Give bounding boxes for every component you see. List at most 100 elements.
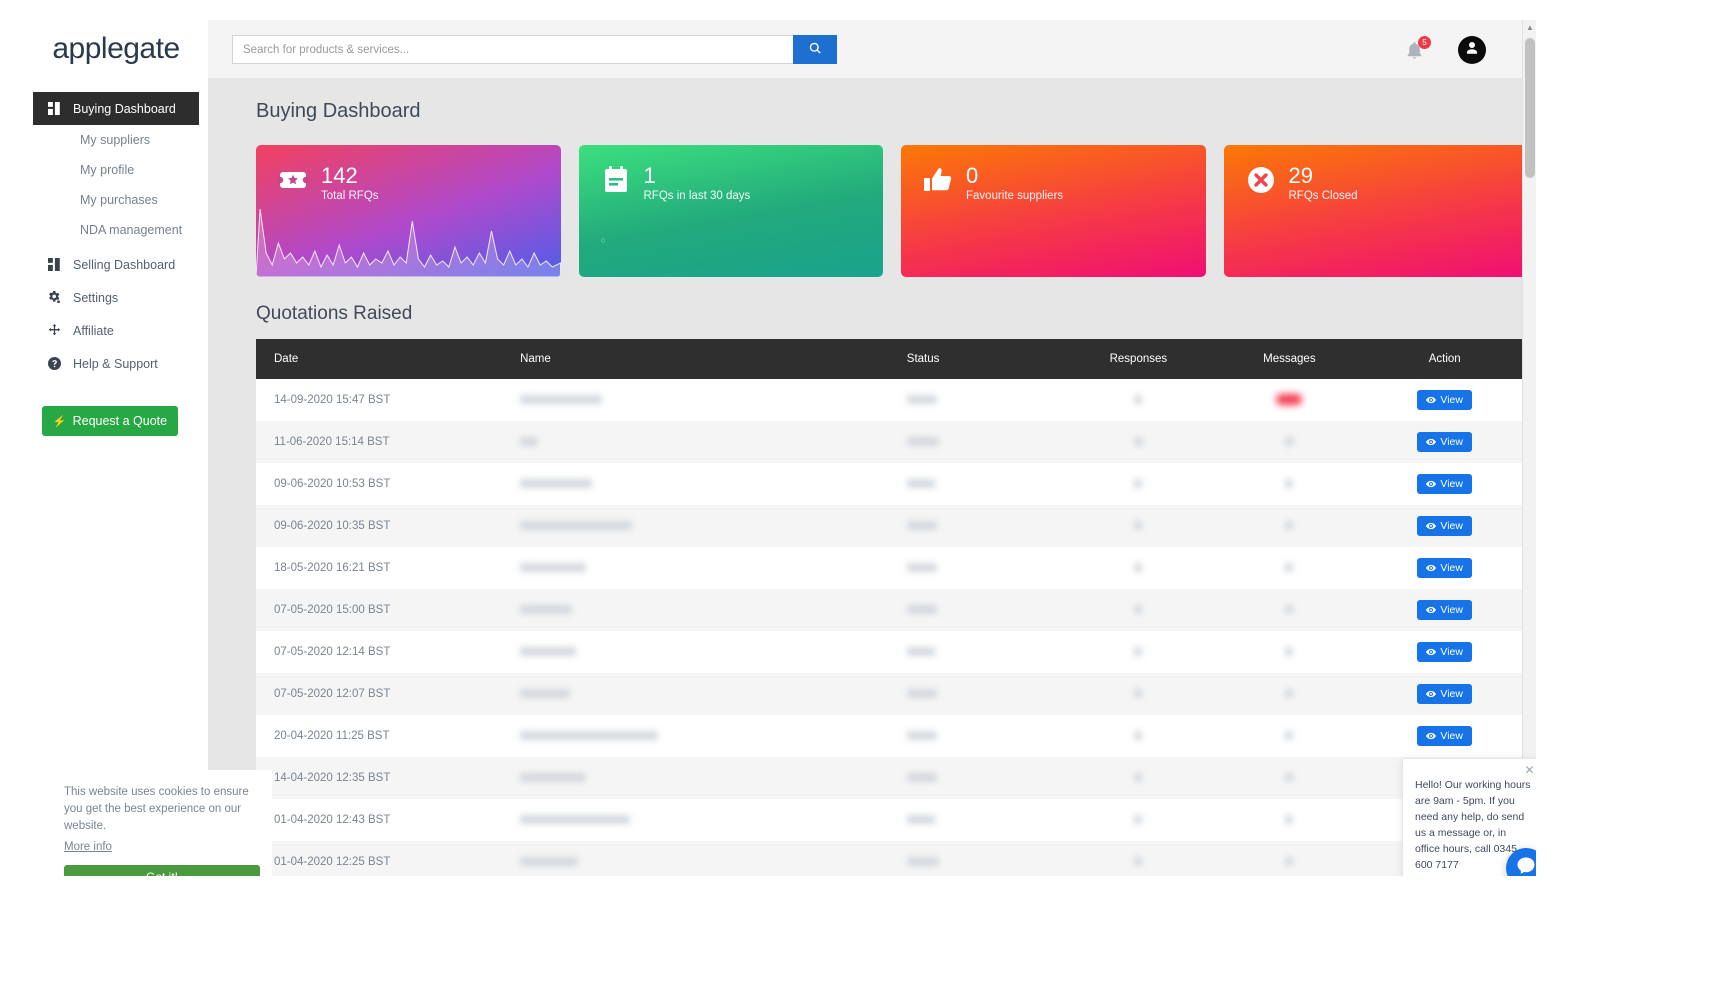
column-header-responses[interactable]: Responses — [1059, 339, 1218, 379]
sidebar-item-affiliate[interactable]: Affiliate — [33, 314, 199, 347]
redacted-text — [906, 857, 939, 867]
calendar-icon — [601, 165, 631, 195]
view-button[interactable]: View — [1417, 600, 1472, 620]
sidebar-item-label: Buying Dashboard — [73, 101, 176, 116]
view-button[interactable]: View — [1417, 432, 1472, 452]
cell-redacted — [888, 799, 1060, 841]
cell-redacted — [502, 799, 889, 841]
avatar[interactable] — [1458, 36, 1486, 64]
redacted-text — [1133, 437, 1143, 447]
cookie-consent-banner: This website uses cookies to ensure you … — [52, 770, 272, 876]
eye-icon — [1426, 606, 1437, 614]
close-icon[interactable]: ✕ — [1523, 764, 1536, 777]
eye-icon — [1426, 396, 1437, 404]
sidebar-item-my-suppliers[interactable]: My suppliers — [24, 125, 208, 155]
redacted-text — [906, 689, 937, 699]
cookie-more-info-link[interactable]: More info — [64, 841, 112, 853]
sidebar-item-settings[interactable]: Settings — [33, 281, 199, 314]
view-button-label: View — [1440, 520, 1463, 532]
column-header-name[interactable]: Name — [502, 339, 889, 379]
table-row[interactable]: 07-05-2020 15:00 BST View — [256, 589, 1528, 631]
stat-cards: 142 Total RFQs 1 RFQs in last 30 days ○ … — [256, 145, 1528, 277]
column-header-messages[interactable]: Messages — [1217, 339, 1362, 379]
table-row[interactable]: 18-05-2020 16:21 BST View — [256, 547, 1528, 589]
view-button[interactable]: View — [1417, 558, 1472, 578]
redacted-text — [1285, 815, 1294, 825]
redacted-text — [520, 731, 659, 741]
view-button[interactable]: View — [1417, 726, 1472, 746]
table-row[interactable]: 14-04-2020 12:35 BSTView — [256, 757, 1528, 799]
table-row[interactable]: 20-04-2020 11:25 BST View — [256, 715, 1528, 757]
view-button[interactable]: View — [1417, 390, 1472, 410]
cell-redacted — [502, 589, 889, 631]
cookie-accept-button[interactable]: Got it! — [64, 865, 260, 876]
redacted-text — [1134, 605, 1143, 615]
sidebar-item-buying-dashboard[interactable]: Buying Dashboard — [33, 92, 199, 125]
redacted-text — [1285, 773, 1294, 783]
stat-card-favourite-suppliers[interactable]: 0 Favourite suppliers — [901, 145, 1206, 277]
star-ticket-icon — [276, 165, 310, 195]
stat-card-label: RFQs in last 30 days — [643, 190, 751, 202]
table-row[interactable]: 07-05-2020 12:14 BST View — [256, 631, 1528, 673]
search-input[interactable] — [232, 35, 793, 64]
search-button[interactable] — [793, 35, 837, 64]
cell-date: 01-04-2020 12:43 BST — [256, 799, 503, 841]
cell-redacted — [1217, 799, 1362, 841]
table-row[interactable]: 01-04-2020 12:25 BSTView — [256, 841, 1528, 876]
view-button[interactable]: View — [1417, 516, 1472, 536]
view-button[interactable]: View — [1417, 474, 1472, 494]
table-row[interactable]: 09-06-2020 10:35 BST View — [256, 505, 1528, 547]
cell-date: 14-04-2020 12:35 BST — [256, 757, 503, 799]
sidebar-item-help-support[interactable]: Help & Support — [33, 347, 199, 380]
column-header-date[interactable]: Date — [256, 339, 503, 379]
sidebar-item-nda-management[interactable]: NDA management — [24, 215, 208, 245]
redacted-text — [906, 563, 937, 573]
table-row[interactable]: 01-04-2020 12:43 BSTView — [256, 799, 1528, 841]
table-row[interactable]: 14-09-2020 15:47 BST View — [256, 379, 1528, 421]
redacted-text — [1134, 479, 1143, 489]
cell-redacted — [502, 757, 889, 799]
cell-redacted — [1059, 463, 1218, 505]
cell-date: 18-05-2020 16:21 BST — [256, 547, 503, 589]
table-row[interactable]: 07-05-2020 12:07 BST View — [256, 673, 1528, 715]
redacted-text — [520, 605, 573, 615]
redacted-text — [520, 563, 587, 573]
column-header-status[interactable]: Status — [888, 339, 1060, 379]
cell-redacted — [1217, 757, 1362, 799]
request-a-quote-button[interactable]: ⚡ Request a Quote — [42, 406, 178, 436]
redacted-text — [1134, 395, 1143, 405]
table-row[interactable]: 09-06-2020 10:53 BST View — [256, 463, 1528, 505]
sidebar-item-selling-dashboard[interactable]: Selling Dashboard — [33, 248, 199, 281]
view-button[interactable]: View — [1417, 642, 1472, 662]
brand-logo[interactable]: applegate — [24, 20, 208, 78]
cell-redacted — [1059, 715, 1218, 757]
vertical-scrollbar[interactable]: ▲ ▼ — [1522, 20, 1536, 876]
view-button-label: View — [1440, 562, 1463, 574]
stat-card-total-rfqs[interactable]: 142 Total RFQs — [256, 145, 561, 277]
dashboard-icon — [48, 102, 63, 115]
stat-card-rfqs-last-30-days[interactable]: 1 RFQs in last 30 days ○ — [578, 145, 883, 277]
column-header-action[interactable]: Action — [1361, 339, 1528, 379]
cell-redacted — [1217, 421, 1362, 463]
scroll-up-arrow-icon[interactable]: ▲ — [1523, 20, 1536, 34]
cell-redacted — [888, 379, 1060, 421]
redacted-text — [1285, 563, 1294, 573]
notifications-button[interactable]: 5 — [1406, 36, 1431, 62]
stat-card-rfqs-closed[interactable]: 29 RFQs Closed — [1223, 145, 1528, 277]
notification-badge: 5 — [1418, 36, 1431, 49]
redacted-text — [520, 479, 593, 489]
redacted-text — [1134, 521, 1143, 531]
cell-redacted — [1217, 589, 1362, 631]
view-button[interactable]: View — [1417, 684, 1472, 704]
redacted-badge — [1276, 394, 1303, 406]
dashboard-icon — [48, 258, 63, 271]
redacted-text — [1285, 689, 1294, 699]
redacted-text — [906, 647, 935, 657]
sidebar-item-my-purchases[interactable]: My purchases — [24, 185, 208, 215]
redacted-text — [520, 689, 571, 699]
sidebar-item-label: My suppliers — [80, 133, 151, 147]
scrollbar-thumb[interactable] — [1525, 38, 1535, 178]
sidebar-item-my-profile[interactable]: My profile — [24, 155, 208, 185]
cell-date: 09-06-2020 10:35 BST — [256, 505, 503, 547]
table-row[interactable]: 11-06-2020 15:14 BST View — [256, 421, 1528, 463]
